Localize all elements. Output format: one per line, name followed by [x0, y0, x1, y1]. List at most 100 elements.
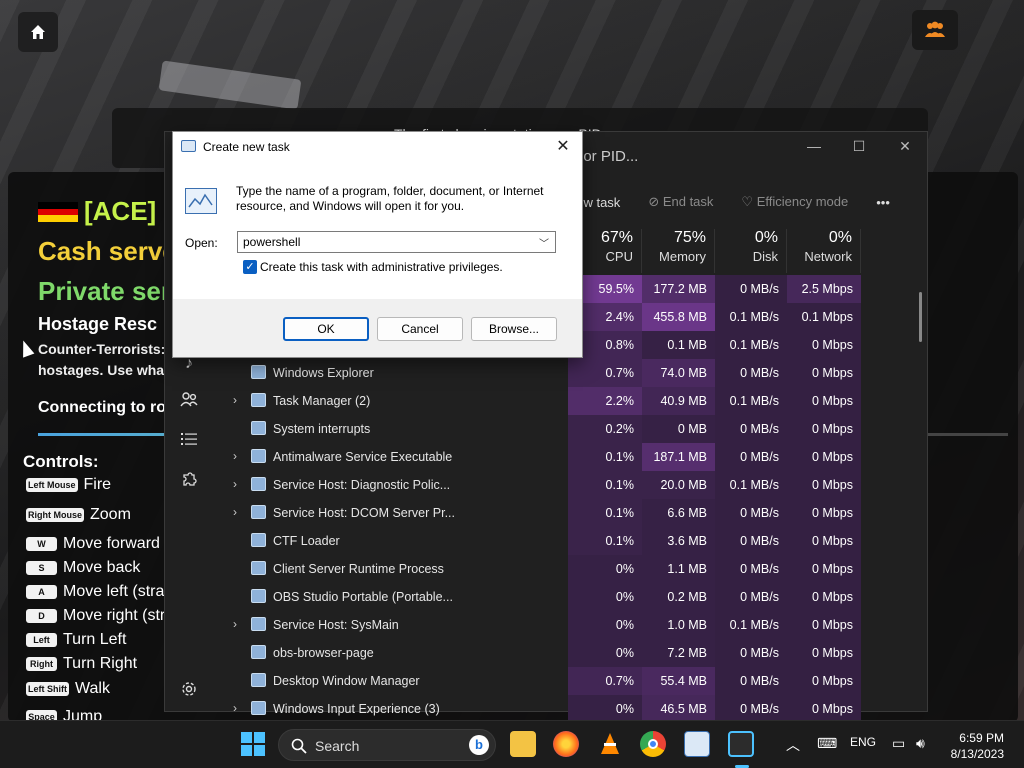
- taskbar-search[interactable]: Search b: [278, 729, 496, 761]
- control-action: Zoom: [90, 506, 131, 523]
- column-usage: 0%: [828, 229, 852, 246]
- chevron-right-icon[interactable]: ›: [233, 505, 237, 519]
- dialog-close-button[interactable]: ✕: [552, 136, 574, 156]
- chevron-up-icon[interactable]: ︿: [786, 735, 800, 755]
- process-search-input[interactable]: , or PID...: [575, 142, 805, 172]
- cpu-cell: 0.1%: [568, 499, 642, 527]
- maximize-icon[interactable]: ☐: [844, 138, 874, 158]
- process-row[interactable]: › Service Host: SysMain 0% 1.0 MB 0.1 MB/s 0 …: [165, 611, 925, 639]
- chevron-right-icon[interactable]: ›: [233, 701, 237, 715]
- control-item: Left Turn Left: [26, 631, 126, 649]
- start-button[interactable]: [240, 731, 266, 757]
- network-cell: 0 Mbps: [787, 611, 861, 639]
- browse-button[interactable]: Browse...: [471, 317, 557, 341]
- control-item: W Move forward: [26, 535, 160, 553]
- process-name: Task Manager (2): [273, 394, 371, 408]
- process-row[interactable]: › Service Host: DCOM Server Pr... 0.1% 6.6 …: [165, 499, 925, 527]
- key-badge: S: [26, 561, 57, 575]
- network-icon[interactable]: ▭: [892, 735, 905, 752]
- end-task-button[interactable]: ⊘ End task: [648, 194, 713, 210]
- process-row[interactable]: OBS Studio Portable (Portable... 0% 0.2 MB…: [165, 583, 925, 611]
- network-cell: 0 Mbps: [787, 359, 861, 387]
- process-list-scrollbar[interactable]: [919, 292, 922, 342]
- close-icon[interactable]: ✕: [890, 138, 920, 158]
- admin-privileges-label[interactable]: Create this task with administrative pri…: [260, 260, 503, 274]
- home-button[interactable]: [18, 12, 58, 52]
- keyboard-icon[interactable]: ⌨: [817, 735, 837, 752]
- process-icon: [251, 365, 266, 379]
- process-name: obs-browser-page: [273, 646, 374, 660]
- process-row[interactable]: System interrupts 0.2% 0 MB 0 MB/s 0 Mbps: [165, 415, 925, 443]
- process-icon: [251, 449, 266, 463]
- process-row[interactable]: › Task Manager (2) 2.2% 40.9 MB 0.1 MB/s 0 Mb…: [165, 387, 925, 415]
- network-cell: 0 Mbps: [787, 415, 861, 443]
- cancel-button[interactable]: Cancel: [377, 317, 463, 341]
- network-cell: 0.1 Mbps: [787, 303, 861, 331]
- game-mode-description-1: Counter-Terrorists:: [38, 341, 166, 357]
- disk-cell: 0 MB/s: [715, 443, 787, 471]
- column-header-disk[interactable]: 0% Disk: [715, 229, 787, 273]
- column-usage: 75%: [673, 229, 706, 246]
- server-name: [ACE] (: [84, 196, 173, 226]
- end-task-label: End task: [662, 194, 714, 209]
- memory-cell: 3.6 MB: [642, 527, 715, 555]
- disk-cell: 0 MB/s: [715, 359, 787, 387]
- more-options-button[interactable]: •••: [876, 195, 890, 210]
- open-input[interactable]: [237, 231, 556, 253]
- disk-cell: 0 MB/s: [715, 667, 787, 695]
- players-button[interactable]: [912, 10, 958, 50]
- disk-cell: 0 MB/s: [715, 527, 787, 555]
- column-header-memory[interactable]: 75% Memory: [642, 229, 715, 273]
- vlc-icon[interactable]: [597, 731, 623, 757]
- key-badge: Right: [26, 657, 57, 671]
- process-row[interactable]: › Antimalware Service Executable 0.1% 187.1…: [165, 443, 925, 471]
- firefox-icon[interactable]: [553, 731, 579, 757]
- ok-button[interactable]: OK: [283, 317, 369, 341]
- cpu-cell: 0.7%: [568, 667, 642, 695]
- admin-privileges-checkbox[interactable]: ✓: [243, 260, 257, 274]
- key-badge: A: [26, 585, 57, 599]
- volume-icon[interactable]: 🔊︎: [916, 735, 925, 752]
- process-icon: [251, 393, 266, 407]
- process-row[interactable]: Desktop Window Manager 0.7% 55.4 MB 0 MB/s 0…: [165, 667, 925, 695]
- process-row[interactable]: Windows Explorer 0.7% 74.0 MB 0 MB/s 0 Mbps: [165, 359, 925, 387]
- memory-cell: 46.5 MB: [642, 695, 715, 723]
- process-row[interactable]: CTF Loader 0.1% 3.6 MB 0 MB/s 0 Mbps: [165, 527, 925, 555]
- language-indicator[interactable]: ENG: [850, 735, 876, 749]
- cpu-cell: 2.2%: [568, 387, 642, 415]
- process-row[interactable]: › Windows Input Experience (3) 0% 46.5 MB 0 …: [165, 695, 925, 723]
- disk-cell: 0.1 MB/s: [715, 303, 787, 331]
- process-name: Antimalware Service Executable: [273, 450, 453, 464]
- file-explorer-icon[interactable]: [510, 731, 536, 757]
- process-row[interactable]: Client Server Runtime Process 0% 1.1 MB 0 M…: [165, 555, 925, 583]
- server-cash-line: Cash serve: [38, 236, 177, 266]
- dialog-body: Type the name of a program, folder, docu…: [173, 162, 582, 299]
- network-cell: 0 Mbps: [787, 667, 861, 695]
- cpu-cell: 0%: [568, 583, 642, 611]
- control-action: Fire: [83, 476, 112, 493]
- game-mode-description-2: hostages. Use what: [38, 362, 169, 378]
- task-manager-taskbar-icon[interactable]: [684, 731, 710, 757]
- efficiency-mode-button[interactable]: ♡ Efficiency mode: [741, 194, 848, 210]
- key-badge: W: [26, 537, 57, 551]
- minimize-icon[interactable]: —: [799, 138, 829, 158]
- dialog-title: Create new task: [203, 140, 290, 154]
- run-dialog-taskbar-icon[interactable]: [728, 731, 754, 757]
- disk-cell: 0 MB/s: [715, 555, 787, 583]
- memory-cell: 7.2 MB: [642, 639, 715, 667]
- process-row[interactable]: › Service Host: Diagnostic Polic... 0.1% 20…: [165, 471, 925, 499]
- process-row[interactable]: obs-browser-page 0% 7.2 MB 0 MB/s 0 Mbps: [165, 639, 925, 667]
- chevron-down-icon[interactable]: ﹀: [539, 235, 549, 250]
- chevron-right-icon[interactable]: ›: [233, 477, 237, 491]
- memory-cell: 455.8 MB: [642, 303, 715, 331]
- clock[interactable]: 6:59 PM 8/13/2023: [944, 730, 1004, 762]
- process-name: CTF Loader: [273, 534, 340, 548]
- chevron-right-icon[interactable]: ›: [233, 617, 237, 631]
- chrome-icon[interactable]: [640, 731, 666, 757]
- chevron-right-icon[interactable]: ›: [233, 393, 237, 407]
- key-badge: Left: [26, 633, 57, 647]
- network-cell: 0 Mbps: [787, 331, 861, 359]
- dialog-title-bar: Create new task ✕: [173, 132, 582, 162]
- column-header-network[interactable]: 0% Network: [787, 229, 861, 273]
- chevron-right-icon[interactable]: ›: [233, 449, 237, 463]
